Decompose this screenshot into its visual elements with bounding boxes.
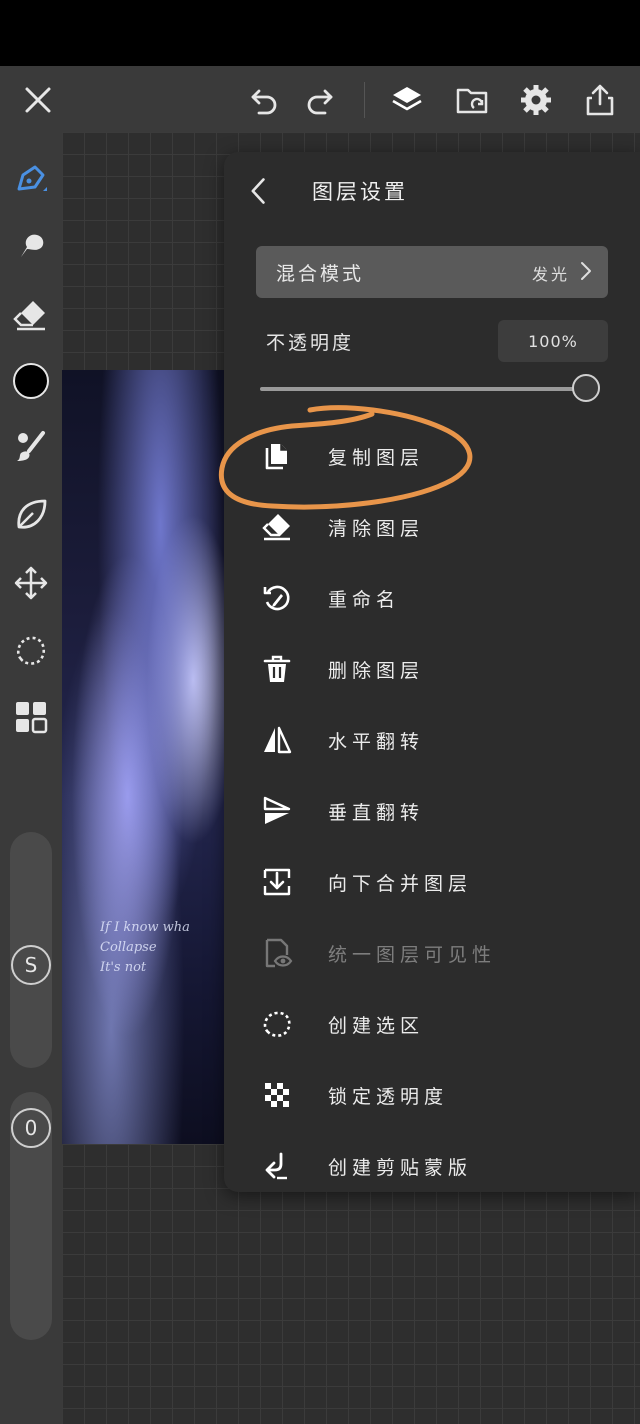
rename-icon: [260, 581, 294, 615]
flip-vertical-icon: [260, 794, 294, 828]
undo-icon[interactable]: [244, 80, 284, 120]
menu-item-selection[interactable]: 创建选区: [224, 992, 640, 1056]
close-icon[interactable]: [18, 80, 58, 120]
lock-transparency-icon: [260, 1078, 294, 1112]
menu-item-label: 统一图层可见性: [328, 944, 497, 966]
pen-brush-icon[interactable]: [8, 156, 54, 202]
color-swatch-icon[interactable]: [8, 358, 54, 404]
leaf-fill-icon[interactable]: [8, 492, 54, 538]
visibility-icon: [260, 936, 294, 970]
duplicate-layer-icon: [260, 439, 294, 473]
brush-opacity-badge: 0: [11, 1108, 51, 1148]
redo-icon[interactable]: [300, 80, 340, 120]
back-chevron-icon[interactable]: [242, 174, 276, 208]
menu-item-merge-down[interactable]: 向下合并图层: [224, 850, 640, 914]
gallery-import-icon[interactable]: [452, 80, 492, 120]
opacity-label: 不透明度: [266, 332, 355, 354]
menu-item-duplicate-layer[interactable]: 复制图层: [224, 424, 640, 488]
merge-down-icon: [260, 865, 294, 899]
chevron-right-icon: [581, 262, 591, 280]
menu-item-eraser-clear[interactable]: 清除图层: [224, 495, 640, 559]
flip-horizontal-icon: [260, 723, 294, 757]
share-export-icon[interactable]: [580, 80, 620, 120]
menu-item-flip-horizontal[interactable]: 水平翻转: [224, 708, 640, 772]
status-bar: [0, 0, 640, 66]
settings-gear-icon[interactable]: [516, 80, 556, 120]
brush-size-badge: S: [11, 945, 51, 985]
menu-item-clipping-mask[interactable]: 创建剪贴蒙版: [224, 1134, 640, 1198]
panel-title: 图层设置: [312, 180, 408, 204]
menu-item-label: 复制图层: [328, 447, 425, 469]
left-toolbar: S 0: [0, 132, 62, 1424]
eraser-clear-icon: [260, 510, 294, 544]
menu-item-lock-transparency[interactable]: 锁定透明度: [224, 1063, 640, 1127]
eraser-icon[interactable]: [8, 292, 54, 338]
grid-menu-icon[interactable]: [8, 694, 54, 740]
menu-item-label: 清除图层: [328, 518, 425, 540]
artwork-line: If I know wha: [100, 920, 190, 935]
artwork-image: [62, 370, 226, 1144]
menu-item-label: 锁定透明度: [328, 1086, 449, 1108]
menu-item-label: 水平翻转: [328, 731, 425, 753]
artwork-line: Collapse: [100, 940, 157, 955]
top-toolbar: [0, 66, 640, 132]
blend-mode-label: 混合模式: [276, 263, 365, 285]
menu-item-visibility: 统一图层可见性: [224, 921, 640, 985]
menu-item-rename[interactable]: 重命名: [224, 566, 640, 630]
opacity-value-field[interactable]: 100%: [498, 320, 608, 362]
menu-item-label: 垂直翻转: [328, 802, 425, 824]
menu-item-label: 创建选区: [328, 1015, 425, 1037]
menu-item-label: 创建剪贴蒙版: [328, 1157, 473, 1179]
move-transform-icon[interactable]: [8, 560, 54, 606]
artwork-lettering: If I know wha Collapse It's not: [100, 918, 224, 978]
opacity-slider-track[interactable]: [260, 387, 586, 391]
layers-icon[interactable]: [387, 80, 427, 120]
trash-icon: [260, 652, 294, 686]
selection-icon: [260, 1007, 294, 1041]
menu-item-label: 删除图层: [328, 660, 425, 682]
menu-item-label: 重命名: [328, 589, 401, 611]
blend-mode-value: 发光: [531, 265, 570, 284]
clipping-mask-icon: [260, 1149, 294, 1183]
brush-settings-icon[interactable]: [8, 424, 54, 470]
blend-mode-button[interactable]: 混合模式 发光: [256, 246, 608, 298]
opacity-slider-thumb[interactable]: [572, 374, 600, 402]
smudge-icon[interactable]: [8, 222, 54, 268]
lasso-select-icon[interactable]: [8, 628, 54, 674]
menu-item-flip-vertical[interactable]: 垂直翻转: [224, 779, 640, 843]
artwork-line: It's not: [100, 960, 147, 975]
toolbar-divider: [364, 82, 365, 118]
menu-item-label: 向下合并图层: [328, 873, 473, 895]
menu-item-trash[interactable]: 删除图层: [224, 637, 640, 701]
layer-settings-panel: 图层设置 混合模式 发光 不透明度 100% 复制图层清除图层重命名删除图层水平…: [224, 152, 640, 1192]
